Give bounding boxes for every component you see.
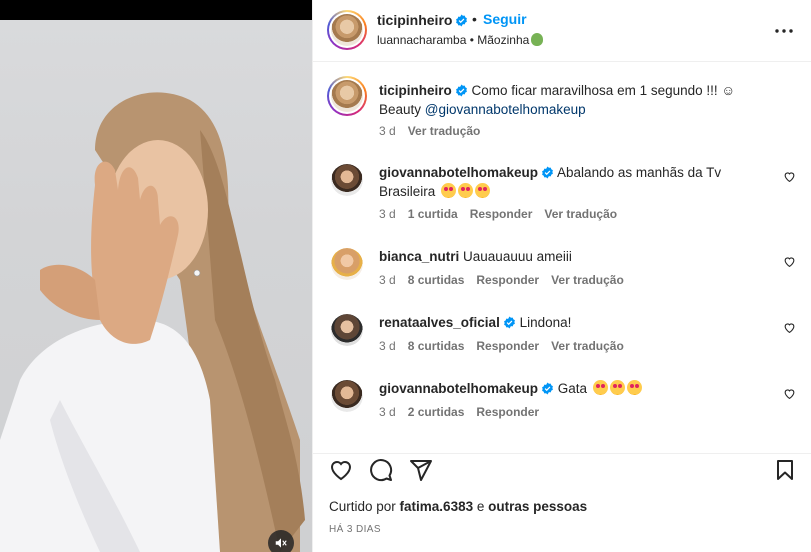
liked-by-text[interactable]: Curtido por fatima.6383 e outras pessoas — [329, 499, 587, 514]
heart-icon[interactable] — [329, 458, 353, 482]
star-struck-emoji-icon — [458, 183, 474, 198]
comment-likes[interactable]: 8 curtidas — [408, 339, 465, 353]
like-comment-heart-icon[interactable] — [783, 321, 796, 334]
star-struck-emoji-icon — [441, 183, 457, 198]
verified-badge-icon — [456, 14, 468, 27]
like-comment-heart-icon[interactable] — [783, 170, 796, 183]
author-username[interactable]: ticipinheiro — [377, 12, 468, 28]
verified-badge-icon — [455, 84, 467, 97]
comment-likes[interactable]: 2 curtidas — [408, 405, 465, 419]
liked-by-user[interactable]: fatima.6383 — [400, 499, 474, 514]
post-details-pane: ticipinheiro • Seguir luannacharamba • M… — [312, 0, 811, 552]
share-icon[interactable] — [409, 458, 433, 482]
comment-text: renataalves_oficial Lindona! — [379, 315, 572, 330]
comment-likes[interactable]: 8 curtidas — [408, 273, 465, 287]
star-struck-emoji-icon — [609, 380, 625, 395]
like-comment-heart-icon[interactable] — [783, 387, 796, 400]
reply-button[interactable]: Responder — [476, 273, 539, 287]
post-actions: Curtido por fatima.6383 e outras pessoas… — [313, 453, 811, 552]
post-media[interactable] — [0, 0, 312, 552]
comment-avatar[interactable] — [331, 380, 363, 412]
comment-item: renataalves_oficial Lindona! 3 d 8 curtid… — [313, 311, 811, 361]
comment-likes[interactable]: 1 curtida — [408, 207, 458, 221]
comment-item: giovannabotelhomakeup Abalando as manhãs… — [313, 161, 811, 227]
comment-meta: 3 d 2 curtidas Responder — [379, 405, 551, 419]
caption-meta: 3 d Ver tradução — [379, 124, 492, 138]
post-timestamp[interactable]: HÁ 3 DIAS — [329, 524, 381, 535]
translate-link[interactable]: Ver tradução — [551, 273, 624, 287]
comment-meta: 3 d 8 curtidas Responder Ver tradução — [379, 273, 636, 287]
star-struck-emoji-icon — [592, 380, 608, 395]
comment-avatar[interactable] — [331, 248, 363, 280]
comment-text: bianca_nutri Uauauauuu ameiii — [379, 249, 572, 264]
caption-username[interactable]: ticipinheiro — [379, 83, 452, 98]
more-dots-icon — [775, 29, 793, 33]
caption-text: ticipinheiro Como ficar maravilhosa em 1… — [379, 83, 736, 117]
translate-link[interactable]: Ver tradução — [551, 339, 624, 353]
speaker-muted-icon — [275, 538, 287, 548]
mention-link[interactable]: @giovannabotelhomakeup — [425, 102, 586, 117]
star-struck-emoji-icon — [475, 183, 491, 198]
reply-button[interactable]: Responder — [470, 207, 533, 221]
bookmark-icon[interactable] — [773, 458, 797, 482]
post-header: ticipinheiro • Seguir luannacharamba • M… — [313, 0, 811, 62]
video-still — [0, 92, 305, 552]
translate-link[interactable]: Ver tradução — [544, 207, 617, 221]
comment-avatar[interactable] — [331, 164, 363, 196]
star-struck-emoji-icon — [626, 380, 642, 395]
comment-time[interactable]: 3 d — [379, 405, 396, 419]
author-avatar[interactable] — [327, 10, 367, 50]
caption-item: ticipinheiro Como ficar maravilhosa em 1… — [313, 76, 811, 146]
header-separator: • — [472, 11, 477, 27]
more-options-button[interactable] — [773, 20, 795, 42]
comment-username[interactable]: giovannabotelhomakeup — [379, 165, 538, 180]
comment-username[interactable]: bianca_nutri — [379, 249, 459, 264]
video-frame[interactable] — [0, 20, 312, 552]
mute-button[interactable] — [268, 530, 294, 552]
liked-others-link[interactable]: outras pessoas — [488, 499, 587, 514]
comment-username[interactable]: giovannabotelhomakeup — [379, 381, 538, 396]
comment-time[interactable]: 3 d — [379, 207, 396, 221]
verified-badge-icon — [542, 382, 553, 395]
reply-button[interactable]: Responder — [476, 339, 539, 353]
comment-username[interactable]: renataalves_oficial — [379, 315, 500, 330]
comment-meta: 3 d 1 curtida Responder Ver tradução — [379, 207, 629, 221]
caption-translate-link[interactable]: Ver tradução — [408, 124, 481, 138]
verified-badge-icon — [542, 166, 553, 179]
alien-emoji-icon — [531, 33, 544, 46]
caption-avatar[interactable] — [327, 76, 367, 116]
caption-time[interactable]: 3 d — [379, 124, 396, 138]
comment-icon[interactable] — [369, 458, 393, 482]
comment-item: giovannabotelhomakeup Gata 3 d 2 curtidas… — [313, 377, 811, 427]
reply-button[interactable]: Responder — [476, 405, 539, 419]
comment-time[interactable]: 3 d — [379, 339, 396, 353]
like-comment-heart-icon[interactable] — [783, 255, 796, 268]
comment-avatar[interactable] — [331, 314, 363, 346]
comments-list[interactable]: ticipinheiro Como ficar maravilhosa em 1… — [313, 63, 811, 453]
comment-text: giovannabotelhomakeup Abalando as manhãs… — [379, 165, 722, 199]
comment-item: bianca_nutri Uauauauuu ameiii 3 d 8 curti… — [313, 245, 811, 295]
verified-badge-icon — [503, 316, 515, 329]
follow-button[interactable]: Seguir — [483, 11, 527, 27]
header-subtitle[interactable]: luannacharamba • Mãozinha — [377, 33, 544, 47]
comment-meta: 3 d 8 curtidas Responder Ver tradução — [379, 339, 636, 353]
comment-text: giovannabotelhomakeup Gata — [379, 379, 779, 398]
comment-time[interactable]: 3 d — [379, 273, 396, 287]
